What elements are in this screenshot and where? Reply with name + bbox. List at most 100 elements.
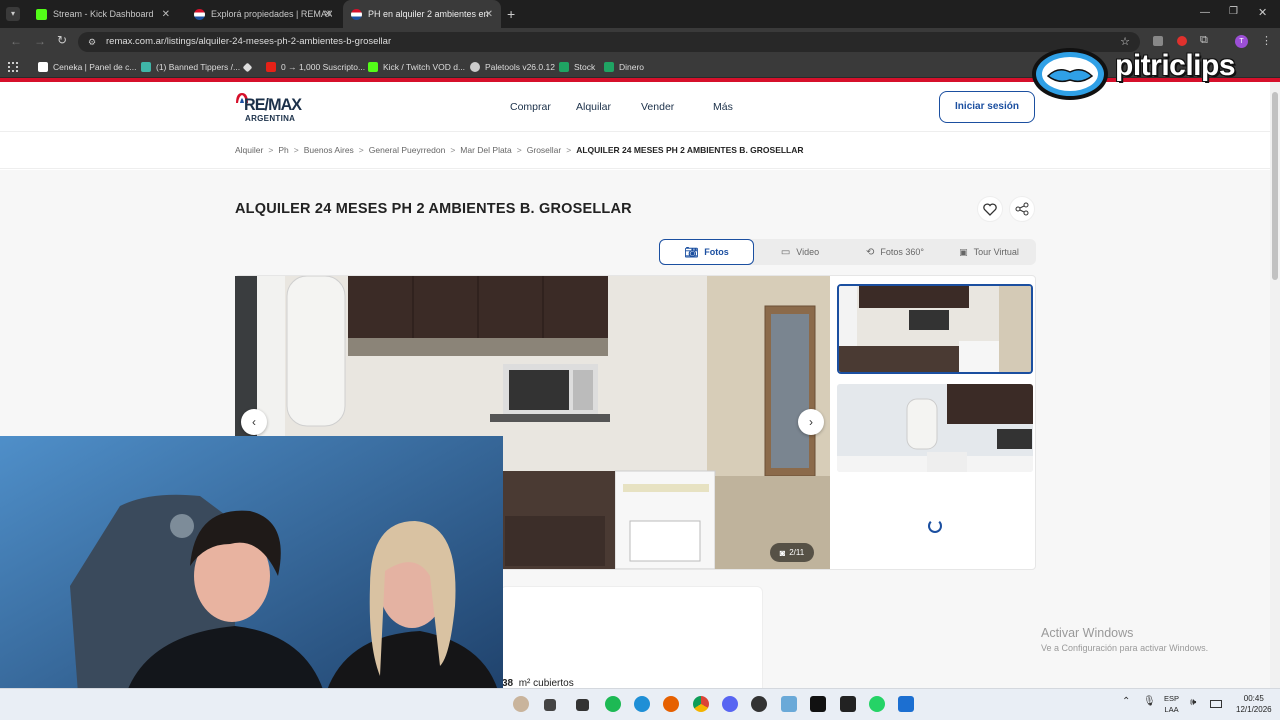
taskbar-clock[interactable]: 00:45 12/1/2026 [1236,693,1272,715]
kick-icon [36,8,47,20]
breadcrumb-item[interactable]: Alquiler [235,145,263,155]
loading-spinner [928,519,942,533]
file-explorer-icon[interactable] [544,699,556,711]
favorite-button[interactable] [977,196,1003,222]
bookmark-item[interactable]: Stock [559,56,595,78]
photo-counter: ◙ 2/11 [770,543,814,562]
gallery-prev-button[interactable]: ‹ [241,409,267,435]
taskbar-app-icon[interactable] [513,696,529,712]
spotify-icon[interactable] [605,696,621,712]
scrollbar-thumb[interactable] [1272,92,1278,280]
pitriclips-wordmark: pitriclips [1115,49,1236,82]
thumbnail-photo [839,286,1031,372]
tab-fotos[interactable]: 📷︎ Fotos [659,239,754,265]
close-window-icon[interactable]: ✕ [1258,6,1267,19]
bookmark-item[interactable]: Paletools v26.0.12 [470,56,555,78]
app-icon[interactable] [898,696,914,712]
app-icon[interactable] [781,696,797,712]
login-button[interactable]: Iniciar sesión [939,91,1035,123]
forward-icon[interactable]: → [34,34,46,48]
breadcrumb-current: ALQUILER 24 MESES PH 2 AMBIENTES B. GROS… [576,145,804,155]
chevron-left-icon: ‹ [252,415,256,429]
obs-icon[interactable] [751,696,767,712]
bookmark-item[interactable]: Ceneka | Panel de c... [38,56,136,78]
diamond-icon [242,62,253,72]
paletools-icon [470,62,480,72]
tab-video[interactable]: ▭ Video [760,239,840,265]
site-info-icon[interactable]: ⚙ [88,32,96,52]
new-tab-button[interactable]: + [507,6,515,22]
nav-mas[interactable]: Más [713,101,733,113]
nav-alquilar[interactable]: Alquilar [576,101,611,113]
share-button[interactable] [1009,196,1035,222]
edge-icon[interactable] [634,696,650,712]
breadcrumb-item[interactable]: Mar Del Plata [460,145,512,155]
capcut-icon[interactable] [840,696,856,712]
video-icon: ▭ [780,246,791,258]
reload-icon[interactable]: ↻ [57,33,67,47]
webcam-video [0,436,503,720]
tray-chevron-icon[interactable]: ⌃ [1122,696,1130,707]
discord-icon[interactable] [722,696,738,712]
minimize-icon[interactable]: — [1200,7,1210,18]
whatsapp-icon[interactable] [869,696,885,712]
banned-tippers-icon [141,62,151,72]
bookmark-item[interactable] [242,56,256,78]
terminal-icon[interactable] [576,699,589,711]
rotate-360-icon: ⟲ [865,246,875,258]
chrome-icon[interactable] [693,696,709,712]
browser-tab-remax-listing[interactable]: PH en alquiler 2 ambientes en ✕ [343,0,501,28]
tab-tour-virtual[interactable]: ▣ Tour Virtual [946,239,1032,265]
ceneka-icon [38,62,48,72]
browser-tab-remax-explore[interactable]: Explorá propiedades | REMAX ✕ [186,0,340,28]
kick-icon [368,62,378,72]
breadcrumb-item[interactable]: Ph [278,145,288,155]
apps-grid-icon[interactable] [8,62,18,72]
sheets-icon [559,62,569,72]
microphone-icon[interactable]: 🎙︎ [1143,696,1156,707]
gallery-thumbnail[interactable] [837,284,1033,374]
speaker-icon[interactable]: 🕪︎ [1190,697,1196,708]
remax-logo[interactable]: RE/MAX ARGENTINA [235,92,315,124]
nav-comprar[interactable]: Comprar [510,101,551,113]
gallery-thumbnail[interactable] [837,384,1033,472]
tab-fotos-360[interactable]: ⟲ Fotos 360° [850,239,940,265]
close-icon[interactable]: ✕ [485,9,493,20]
breadcrumb-item[interactable]: General Pueyrredon [369,145,446,155]
sheets-icon [604,62,614,72]
tiktok-icon[interactable] [810,696,826,712]
chevron-right-icon: › [809,415,813,429]
vr-icon: ▣ [959,246,968,257]
windows-activation-watermark: Activar Windows Ve a Configuración para … [1041,626,1209,653]
bookmark-item[interactable]: (1) Banned Tippers /... [141,56,240,78]
share-icon [1015,202,1029,216]
page-title: ALQUILER 24 MESES PH 2 AMBIENTES B. GROS… [235,201,632,217]
close-icon[interactable]: ✕ [162,9,170,20]
bookmark-item[interactable]: 0 → 1,000 Suscripto... [266,56,365,78]
flag-icon [194,8,205,20]
close-icon[interactable]: ✕ [324,9,332,20]
camera-icon: 📷︎ [684,246,699,259]
breadcrumb-item[interactable]: Grosellar [527,145,561,155]
url-input[interactable]: ⚙ remax.com.ar/listings/alquiler-24-mese… [78,32,1140,52]
battery-icon[interactable] [1210,700,1222,708]
breadcrumb-item[interactable]: Buenos Aires [304,145,354,155]
firefox-icon[interactable] [663,696,679,712]
youtube-icon [266,62,276,72]
restore-icon[interactable]: ❐ [1229,6,1238,17]
thumbnail-photo [837,384,1033,472]
flag-icon [351,8,362,20]
camera-icon: ◙ [779,547,786,558]
tab-search-button[interactable]: ▾ [6,7,20,21]
breadcrumb: Alquiler > Ph > Buenos Aires > General Pueyrre… [235,145,804,155]
heart-icon [983,202,997,216]
back-icon[interactable]: ← [10,34,22,48]
bookmark-item[interactable]: Dinero [604,56,644,78]
bookmark-item[interactable]: Kick / Twitch VOD d... [368,56,465,78]
gallery-next-button[interactable]: › [798,409,824,435]
webcam-overlay [0,436,503,720]
browser-tab-kick[interactable]: Stream - Kick Dashboard ✕ [28,0,178,28]
handshake-badge-icon [1032,48,1108,100]
nav-vender[interactable]: Vender [641,101,674,113]
language-indicator[interactable]: ESP LAA [1164,693,1179,715]
